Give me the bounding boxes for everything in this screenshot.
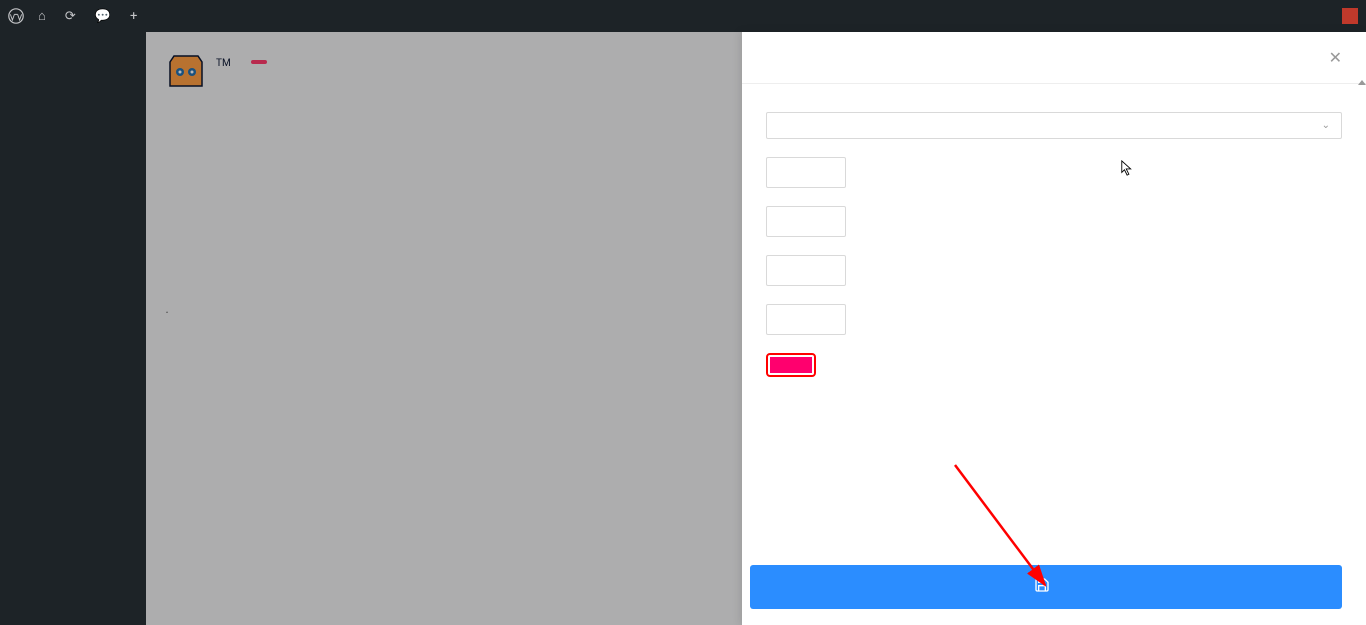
- wp-logo-icon[interactable]: [8, 8, 24, 24]
- version-badge: [251, 60, 267, 64]
- rounded-corners-input[interactable]: [766, 304, 846, 335]
- save-icon: [1034, 577, 1050, 597]
- save-button[interactable]: [750, 565, 1342, 609]
- tm-mark: TM: [216, 58, 231, 69]
- site-home[interactable]: ⌂: [38, 8, 51, 24]
- home-icon: ⌂: [38, 8, 46, 24]
- comments-item[interactable]: 💬: [95, 9, 116, 24]
- admin-bar: ⌂ ⟳ 💬 +: [0, 0, 1366, 32]
- comment-icon: 💬: [95, 9, 111, 24]
- plus-icon: +: [130, 9, 137, 24]
- show-thumbnail-select[interactable]: ⌄: [766, 112, 1342, 139]
- close-icon[interactable]: ✕: [1329, 48, 1342, 67]
- color-swatch: [770, 357, 812, 373]
- settings-drawer: ✕ ⌄: [742, 32, 1366, 625]
- product-limit-input[interactable]: [766, 157, 846, 188]
- primary-color-picker[interactable]: [766, 353, 816, 377]
- scroll-up-arrow-icon[interactable]: [1358, 80, 1366, 88]
- notify-again-input[interactable]: [766, 206, 846, 237]
- shopengine-logo-icon: [166, 52, 206, 92]
- notify-every-input[interactable]: [766, 255, 846, 286]
- avatar: [1342, 8, 1358, 24]
- drawer-header: ✕: [742, 32, 1366, 84]
- refresh-icon: ⟳: [65, 9, 76, 24]
- updates-item[interactable]: ⟳: [65, 9, 81, 24]
- new-item[interactable]: +: [130, 9, 142, 24]
- chevron-down-icon: ⌄: [1322, 120, 1330, 131]
- drawer-body: ⌄: [742, 84, 1366, 553]
- account-menu[interactable]: [1336, 8, 1358, 24]
- admin-sidebar: [0, 32, 146, 625]
